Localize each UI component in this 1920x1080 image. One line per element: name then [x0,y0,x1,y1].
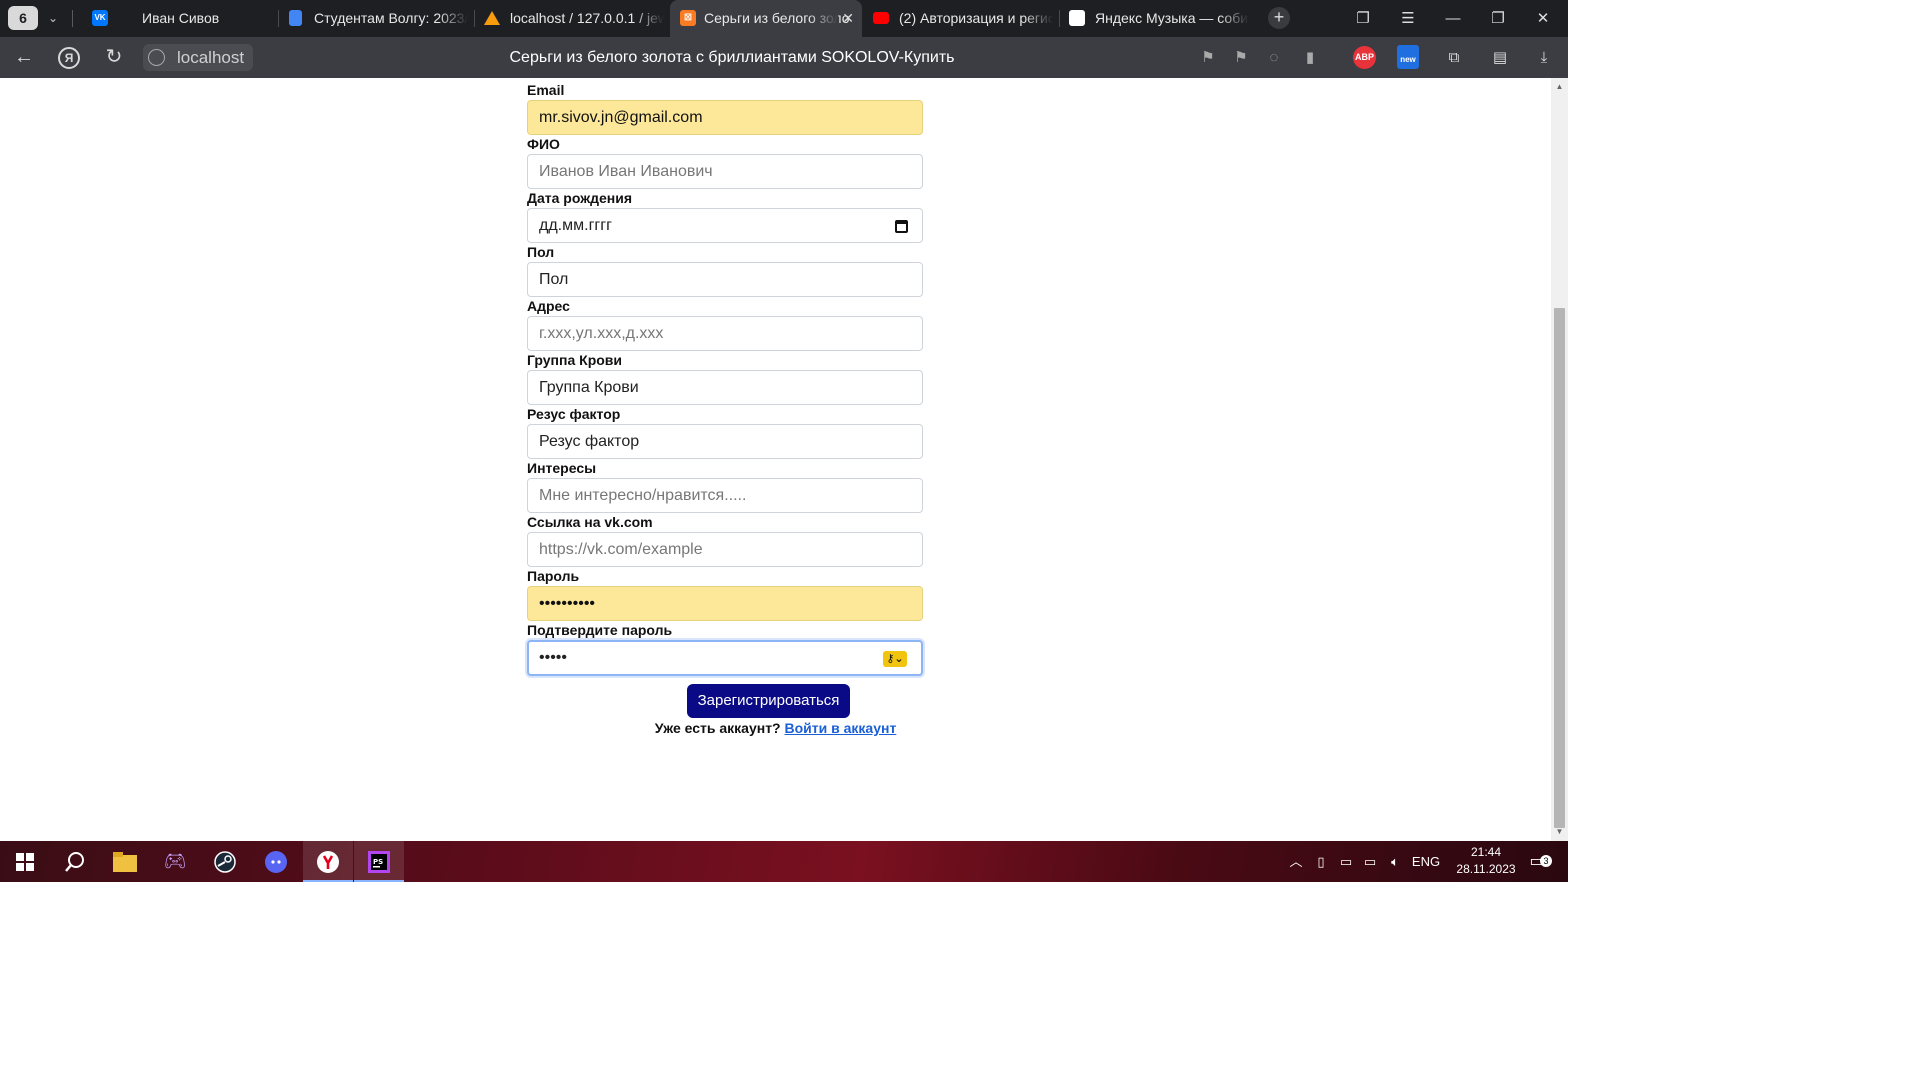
file-explorer-icon[interactable] [100,841,150,882]
windows-start-icon[interactable] [0,841,50,882]
discord-icon[interactable] [251,841,301,882]
vk-link-field[interactable]: https://vk.com/example [527,532,923,567]
tab-youtube[interactable]: (2) Авторизация и регис [873,0,1053,37]
new-tab-button[interactable]: + [1268,7,1290,29]
youtube-icon [873,12,889,24]
blood-group-field[interactable]: Группа Крови [527,370,923,405]
email-label: Email [527,82,565,98]
game-launcher-icon[interactable]: 🎮︎ [150,841,200,882]
bookmark-icon[interactable]: ▮ [1298,37,1322,78]
volume-icon[interactable]: 🔈︎ [1385,841,1405,882]
search-icon[interactable] [50,841,100,882]
address-label: Адрес [527,298,570,314]
scroll-up-arrow-icon[interactable]: ▲ [1551,80,1568,94]
address-bar: ← Я ↻ localhost Серьги из белого золота … [0,37,1568,78]
clock-time: 21:44 [1470,845,1502,859]
page-content: Email mr.sivov.jn@gmail.com ФИО Иванов И… [0,78,1551,841]
birth-date-field[interactable]: дд.мм.гггг [527,208,923,243]
chat-icon[interactable]: ◌ [1262,37,1286,78]
vertical-scrollbar[interactable]: ▲ ▼ [1551,78,1568,841]
adblock-icon[interactable]: ABP [1353,46,1376,69]
windows-taskbar: 🎮︎ PS ︿ ▯ ▭ ▭ 🔈︎ ENG 21:44 28.11.2023 ▭ 3 [0,841,1568,882]
blood-label: Группа Крови [527,352,623,368]
register-button[interactable]: Зарегистрироваться [687,684,850,718]
phpmyadmin-icon [484,11,500,25]
gender-label: Пол [527,244,555,260]
divider [1059,10,1060,27]
gender-field[interactable]: Пол [527,262,923,297]
usb-icon[interactable]: ▯ [1312,841,1330,882]
email-field[interactable]: mr.sivov.jn@gmail.com [527,100,923,135]
tab-vk[interactable]: VK Иван Сивов [92,0,272,37]
chevron-down-icon[interactable]: ⌄ [42,6,64,30]
scrollbar-thumb[interactable] [1554,308,1565,828]
vk-icon: VK [92,10,108,26]
calendar-icon[interactable] [895,220,908,233]
tab-active-sokolov[interactable]: ⊠ Серьги из белого золо ✕ [670,0,862,37]
address-field[interactable]: г.ххх,ул.ххх,д.ххх [527,316,923,351]
fio-label: ФИО [527,136,560,152]
divider [72,10,73,27]
notifications-icon[interactable]: ▭ 3 [1522,841,1552,882]
language-indicator[interactable]: ENG [1410,841,1442,882]
close-window-button[interactable]: ✕ [1529,0,1557,37]
clock-date: 28.11.2023 [1456,862,1516,876]
restore-button[interactable]: ❐ [1484,0,1512,37]
password-key-icon[interactable]: ⚷⌄ [883,651,907,667]
tab-phpmyadmin[interactable]: localhost / 127.0.0.1 / jew [484,0,664,37]
close-tab-icon[interactable]: ✕ [842,0,854,37]
tab-count-button[interactable]: 6 [8,6,38,30]
divider [278,10,279,27]
rh-label: Резус фактор [527,406,621,422]
interests-label: Интересы [527,460,597,476]
translate-icon[interactable]: ⚑ [1196,37,1220,78]
birth-label: Дата рождения [527,190,633,206]
network-icon[interactable]: ▭ [1360,841,1380,882]
interests-field[interactable]: Мне интересно/нравится..... [527,478,923,513]
login-prompt: Уже есть аккаунт? Войти в аккаунт [654,720,897,736]
download-icon[interactable]: ⤓ [1532,37,1556,78]
chevron-up-icon[interactable]: ︿ [1286,841,1306,882]
minimize-button[interactable]: — [1439,0,1467,37]
docs-icon [289,10,302,26]
yandex-browser-icon[interactable] [303,841,353,882]
vk-label: Ссылка на vk.com [527,514,653,530]
rh-factor-field[interactable]: Резус фактор [527,424,923,459]
divider [474,10,475,27]
steam-icon[interactable] [200,841,250,882]
fio-field[interactable]: Иванов Иван Иванович [527,154,923,189]
confirm-password-label: Подтвердите пароль [527,622,673,638]
clock[interactable]: 21:44 28.11.2023 [1446,844,1526,878]
extension-new-icon[interactable]: new [1397,45,1419,69]
tab-collections-icon[interactable]: ❐ [1349,0,1377,37]
menu-icon[interactable]: ☰ [1394,0,1422,37]
login-link[interactable]: Войти в аккаунт [785,720,897,736]
yandex-music-icon [1069,10,1085,26]
password-field[interactable]: •••••••••• [527,586,923,621]
translate-alt-icon[interactable]: ⚑ [1229,37,1253,78]
tab-yandex-music[interactable]: Яндекс Музыка — собир [1069,0,1249,37]
browser-tab-bar: 6 ⌄ VK Иван Сивов Студентам Волгу: 2023/… [0,0,1568,37]
confirm-password-field[interactable]: ••••• ⚷⌄ [527,640,923,676]
phpstorm-icon[interactable]: PS [354,841,404,882]
tab-docs[interactable]: Студентам Волгу: 2023/2 [288,0,468,37]
password-label: Пароль [527,568,580,584]
battery-icon[interactable]: ▭ [1336,841,1356,882]
svg-text:PS: PS [373,858,383,866]
xampp-icon: ⊠ [680,10,696,26]
scroll-down-arrow-icon[interactable]: ▼ [1551,825,1568,839]
extension-doc-icon[interactable]: ▤ [1488,37,1512,78]
collections-icon[interactable]: ⧉ [1442,37,1466,78]
